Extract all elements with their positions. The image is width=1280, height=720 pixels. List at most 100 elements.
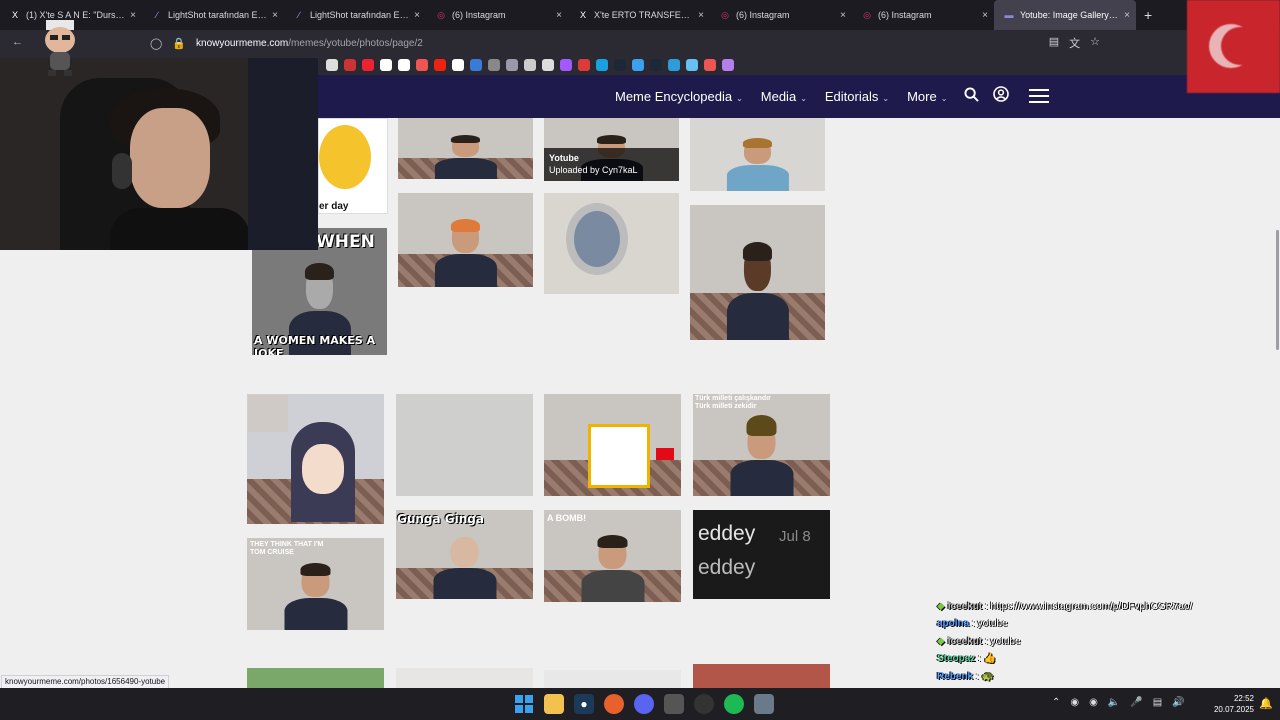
file-explorer-icon[interactable] [544,694,564,714]
nav-label: More [907,89,937,104]
gallery-thumb-emoji[interactable]: er day [318,118,388,214]
network-icon[interactable]: ▤ [1153,697,1162,708]
close-tab-icon[interactable]: × [414,10,420,21]
close-tab-icon[interactable]: × [272,10,278,21]
gallery-thumb-eddey[interactable]: eddey Jul 8 eddey [693,510,830,599]
browser-tab[interactable]: ∕ LightShot tarafından Ekran Gö × [284,0,426,30]
browser-tab[interactable]: X X'te ERTO TRANSFER YAP: "Bi × [568,0,710,30]
browser-tab[interactable]: ∕ LightShot tarafından Ekran Gö × [142,0,284,30]
streamer-face-image [130,108,210,208]
gallery-thumb[interactable] [398,118,533,179]
chat-text: 👍 [983,653,997,665]
bookmark-favicon-icon[interactable] [722,59,734,71]
gallery-thumb-frame[interactable] [544,193,679,294]
bookmark-star-icon[interactable]: ☆ [1090,35,1100,51]
close-tab-icon[interactable]: × [1124,10,1130,21]
bookmark-favicon-icon[interactable] [506,59,518,71]
bookmark-favicon-icon[interactable] [686,59,698,71]
gallery-thumb-bomb[interactable]: A BOMB! [544,510,681,602]
close-tab-icon[interactable]: × [840,10,846,21]
chat-text: 🐢 [981,670,994,682]
gallery-thumb-anime[interactable] [247,394,384,524]
speaker-icon[interactable]: 🔊 [1172,697,1184,708]
url-bar[interactable]: ◯ 🔒 knowyourmeme.com/memes/yotube/photos… [150,33,1100,53]
microphone-icon[interactable]: 🎤 [1130,697,1142,708]
bookmark-favicon-icon[interactable] [416,59,428,71]
browser-tab[interactable]: ◎ (6) Instagram × [710,0,852,30]
bookmark-favicon-icon[interactable] [344,59,356,71]
close-tab-icon[interactable]: × [982,10,988,21]
close-tab-icon[interactable]: × [556,10,562,21]
firefox-icon[interactable] [604,694,624,714]
search-icon[interactable] [964,86,979,106]
bookmark-favicon-icon[interactable] [650,59,662,71]
bookmark-favicon-icon[interactable] [560,59,572,71]
bookmark-favicon-icon[interactable] [578,59,590,71]
notification-bell-icon[interactable]: 🔔 [1259,697,1273,710]
bookmark-favicon-icon[interactable] [434,59,446,71]
nav-meme-encyclopedia[interactable]: Meme Encyclopedia ⌄ [615,89,743,104]
steam-icon[interactable]: ● [574,694,594,714]
gallery-thumb[interactable] [247,668,384,688]
bookmark-favicon-icon[interactable] [326,59,338,71]
translate-icon[interactable]: 文 [1069,35,1080,51]
tray-steam-icon[interactable]: ◉ [1089,697,1098,708]
tab-label: (6) Instagram [452,10,506,20]
gallery-thumb-featured[interactable]: Yotube Uploaded by Cyn7kaL [544,118,679,181]
bookmark-favicon-icon[interactable] [542,59,554,71]
shield-icon[interactable]: ◯ [150,37,162,50]
nav-media[interactable]: Media ⌄ [761,89,807,104]
tray-chevron-up-icon[interactable]: ⌃ [1052,697,1060,708]
system-clock[interactable]: 22:52 20.07.2025 [1212,693,1254,715]
gallery-thumb[interactable] [690,118,825,191]
gallery-thumb-drawing[interactable] [544,394,681,496]
gallery-thumb[interactable] [396,394,533,496]
volume-icon[interactable]: 🔈 [1108,697,1120,708]
gallery-thumb[interactable] [396,668,533,688]
bookmark-favicon-icon[interactable] [362,59,374,71]
nav-label: Editorials [824,89,879,104]
nav-editorials[interactable]: Editorials ⌄ [825,89,889,104]
bookmark-favicon-icon[interactable] [596,59,608,71]
close-tab-icon[interactable]: × [698,10,704,21]
chat-badge-icon: ◆ [937,601,945,612]
spotify-icon[interactable] [724,694,744,714]
bookmark-favicon-icon[interactable] [614,59,626,71]
tray-app-icon[interactable]: ◉ [1070,697,1079,708]
new-tab-button[interactable]: + [1144,7,1152,23]
bookmark-favicon-icon[interactable] [668,59,680,71]
bookmark-favicon-icon[interactable] [398,59,410,71]
bookmark-favicon-icon[interactable] [380,59,392,71]
gallery-thumb[interactable] [544,670,681,688]
user-account-icon[interactable] [993,86,1009,106]
app-grid-icon[interactable] [754,694,774,714]
windows-start-icon[interactable] [514,694,534,714]
gallery-thumb-ataturk[interactable]: Türk milleti çalışkandır Türk milleti ze… [693,394,830,496]
mascot-sticker-icon [38,18,82,78]
back-arrow-icon[interactable]: ← [12,36,23,48]
bookmark-favicon-icon[interactable] [470,59,482,71]
browser-tab[interactable]: ▬ Yotube: Image Gallery - Page × [994,0,1136,30]
bookmark-favicon-icon[interactable] [632,59,644,71]
page-scrollbar[interactable] [1276,230,1279,350]
caption-uploader: Uploaded by Cyn7kaL [549,165,638,175]
bookmark-favicon-icon[interactable] [452,59,464,71]
reader-view-icon[interactable]: ▤ [1049,35,1059,51]
gallery-thumb[interactable] [690,205,825,340]
gallery-thumb-gunga[interactable]: Gunga Ginga [396,510,533,599]
obs-icon[interactable] [694,694,714,714]
gallery-thumb[interactable] [693,664,830,688]
gallery-thumb[interactable] [398,193,533,287]
browser-tab[interactable]: ◎ (6) Instagram × [852,0,994,30]
bookmark-favicon-icon[interactable] [704,59,716,71]
browser-tab[interactable]: ◎ (6) Instagram × [426,0,568,30]
nav-more[interactable]: More ⌄ [907,89,947,104]
close-tab-icon[interactable]: × [130,10,136,21]
hamburger-menu-icon[interactable] [1029,89,1049,103]
bookmark-favicon-icon[interactable] [488,59,500,71]
chat-username: apolna [937,618,970,630]
gallery-thumb-tom-cruise[interactable]: THEY THINK THAT I'M TOM CRUISE [247,538,384,630]
discord-icon[interactable] [634,694,654,714]
app-cube-icon[interactable] [664,694,684,714]
bookmark-favicon-icon[interactable] [524,59,536,71]
